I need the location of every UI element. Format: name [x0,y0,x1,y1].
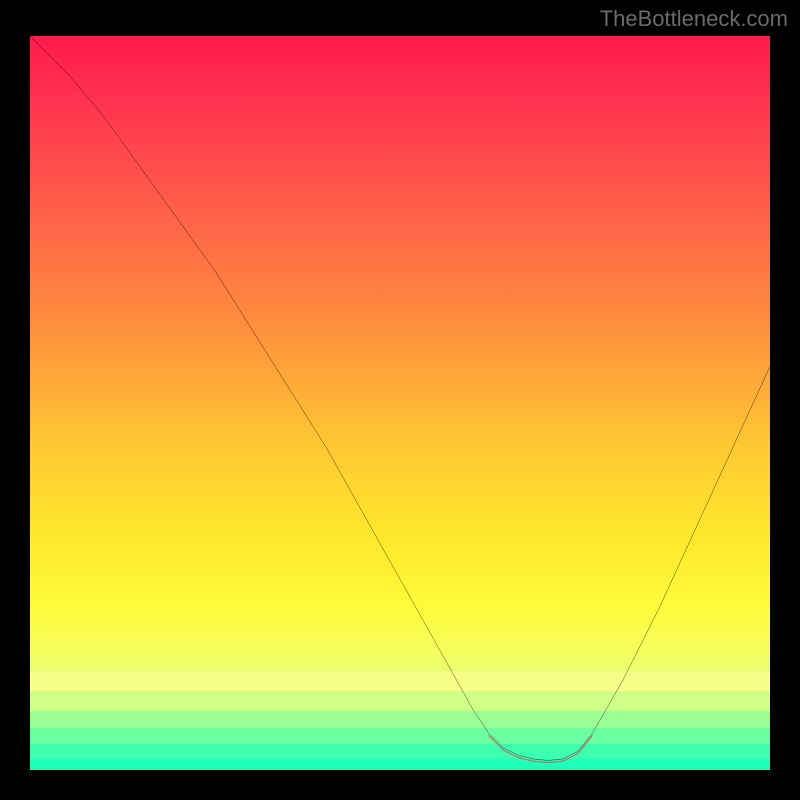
chart-svg-layer [30,36,770,770]
chart-curve [30,36,770,760]
chart-plot-area [30,36,770,770]
chart-valley-marker [489,736,593,763]
watermark-text: TheBottleneck.com [600,6,788,32]
